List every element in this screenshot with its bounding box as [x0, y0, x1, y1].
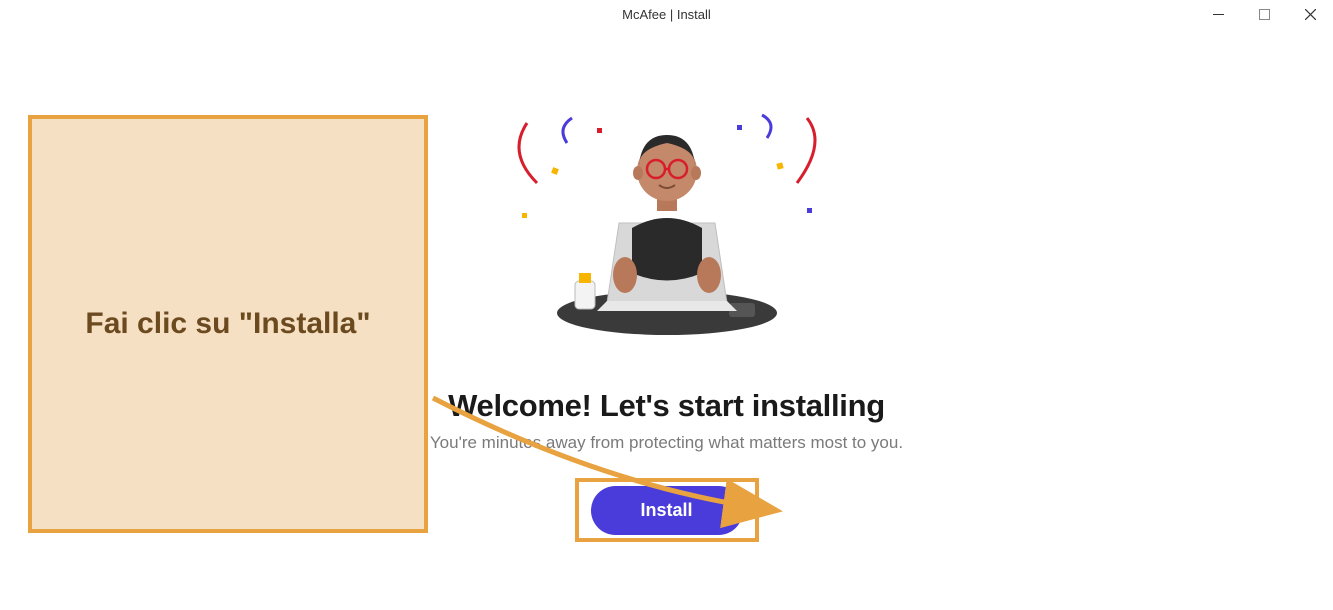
- window-controls: [1195, 0, 1333, 28]
- titlebar: McAfee | Install: [0, 0, 1333, 28]
- hero-illustration: [497, 113, 837, 343]
- install-button[interactable]: Install: [590, 486, 742, 535]
- content-area: Welcome! Let's start installing You're m…: [0, 28, 1333, 610]
- close-button[interactable]: [1287, 0, 1333, 28]
- annotation-text: Fai clic su "Installa": [85, 303, 370, 345]
- annotation-callout: Fai clic su "Installa": [28, 115, 428, 533]
- maximize-button[interactable]: [1241, 0, 1287, 28]
- minimize-button[interactable]: [1195, 0, 1241, 28]
- window-title: McAfee | Install: [622, 7, 711, 22]
